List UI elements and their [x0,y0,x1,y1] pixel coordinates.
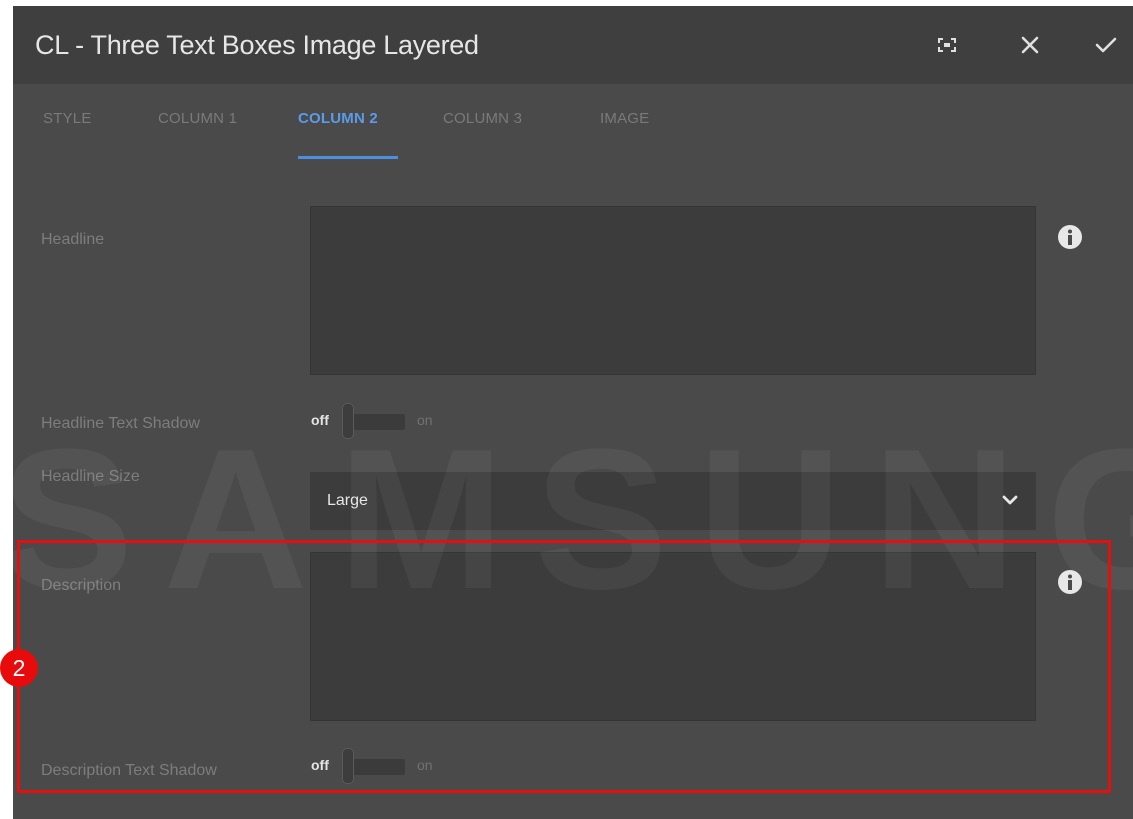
description-info-icon[interactable] [1057,569,1083,595]
tab-column-2[interactable]: COLUMN 2 [298,110,378,127]
headline-text-shadow-label: Headline Text Shadow [41,415,200,432]
tab-style[interactable]: STYLE [43,110,92,127]
tab-column-1[interactable]: COLUMN 1 [158,110,237,127]
description-text-shadow-label: Description Text Shadow [41,762,217,779]
headline-shadow-off-label: off [311,412,329,428]
checkmark-icon [1095,37,1117,53]
close-button[interactable] [1013,28,1047,62]
chevron-down-icon [1002,495,1018,505]
headline-shadow-toggle-track[interactable] [345,414,405,430]
dialog: CL - Three Text Boxes Image Layered STYL… [13,6,1133,819]
tab-column-3[interactable]: COLUMN 3 [443,110,522,127]
headline-info-icon[interactable] [1057,224,1083,250]
fullscreen-icon [938,38,956,52]
headline-shadow-on-label: on [417,412,433,428]
headline-size-label: Headline Size [41,468,140,485]
description-shadow-on-label: on [417,757,433,773]
headline-label: Headline [41,231,105,248]
close-icon [1021,36,1039,54]
active-tab-indicator [298,156,398,159]
headline-shadow-toggle[interactable] [342,403,354,439]
description-shadow-toggle[interactable] [342,748,354,784]
description-shadow-toggle-track[interactable] [345,759,405,775]
fullscreen-button[interactable] [930,28,964,62]
dialog-header: CL - Three Text Boxes Image Layered [13,6,1133,84]
confirm-button[interactable] [1089,28,1123,62]
headline-input[interactable] [310,206,1036,375]
headline-size-value: Large [327,492,368,509]
tab-bar: STYLE COLUMN 1 COLUMN 2 COLUMN 3 IMAGE [13,84,1133,159]
description-label: Description [41,577,122,594]
description-input[interactable] [310,552,1036,721]
dialog-title: CL - Three Text Boxes Image Layered [35,30,479,60]
tab-image[interactable]: IMAGE [600,110,649,127]
description-shadow-off-label: off [311,757,329,773]
step-badge: 2 [0,649,38,687]
headline-size-select[interactable]: Large [310,472,1036,530]
